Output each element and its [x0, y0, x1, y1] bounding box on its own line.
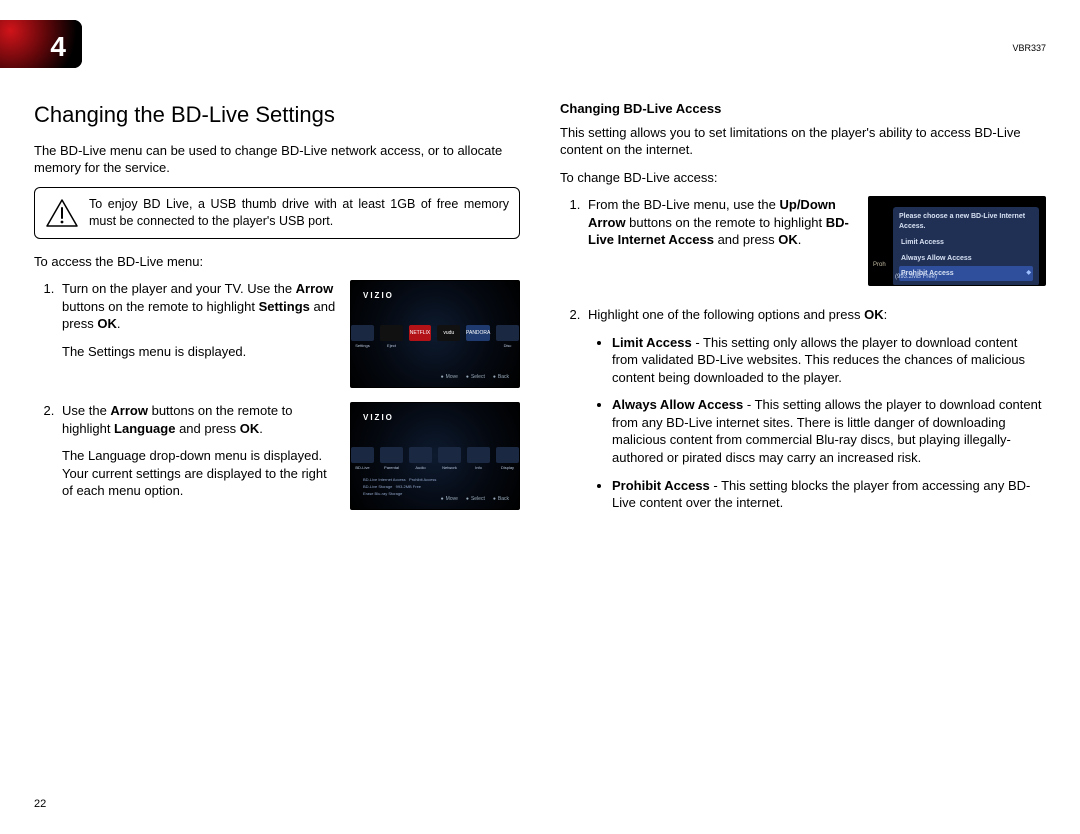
subheading: Changing BD-Live Access	[560, 100, 1046, 118]
option-limit: Limit Access - This setting only allows …	[612, 334, 1046, 387]
option-always: Always Allow Access - This setting allow…	[612, 396, 1046, 466]
access-steps: Turn on the player and your TV. Use the …	[34, 280, 520, 510]
change-steps: Please choose a new BD-Live Internet Acc…	[560, 196, 1046, 511]
chapter-number: 4	[50, 28, 66, 66]
right-intro: This setting allows you to set limitatio…	[560, 124, 1046, 159]
change-lead: To change BD-Live access:	[560, 169, 1046, 187]
content-columns: Changing the BD-Live Settings The BD-Liv…	[34, 100, 1046, 526]
settings-menu-screenshot: VIZIO NETFLIX vudu PANDORA Settings Ejec…	[350, 280, 520, 388]
usb-callout: To enjoy BD Live, a USB thumb drive with…	[34, 187, 520, 239]
access-lead: To access the BD-Live menu:	[34, 253, 520, 271]
access-step-1: Turn on the player and your TV. Use the …	[58, 280, 520, 388]
left-column: Changing the BD-Live Settings The BD-Liv…	[34, 100, 520, 526]
page-number: 22	[34, 797, 46, 812]
language-menu-screenshot: VIZIO ‹ › BD-Live Parental Audio Network	[350, 402, 520, 510]
option-prohibit: Prohibit Access - This setting blocks th…	[612, 477, 1046, 512]
page-header: 4 VBR337	[34, 20, 1046, 80]
options-list: Limit Access - This setting only allows …	[588, 334, 1046, 512]
change-step-2: Highlight one of the following options a…	[584, 306, 1046, 511]
chapter-badge: 4	[0, 20, 82, 68]
bdlive-popup-screenshot: Please choose a new BD-Live Internet Acc…	[868, 196, 1046, 286]
intro-paragraph: The BD-Live menu can be used to change B…	[34, 142, 520, 177]
access-step-2: Use the Arrow buttons on the remote to h…	[58, 402, 520, 510]
right-column: Changing BD-Live Access This setting all…	[560, 100, 1046, 526]
section-heading: Changing the BD-Live Settings	[34, 100, 520, 130]
callout-text: To enjoy BD Live, a USB thumb drive with…	[89, 196, 509, 230]
change-step-1: Please choose a new BD-Live Internet Acc…	[584, 196, 1046, 292]
warning-icon	[45, 198, 79, 228]
model-number: VBR337	[1012, 42, 1046, 54]
